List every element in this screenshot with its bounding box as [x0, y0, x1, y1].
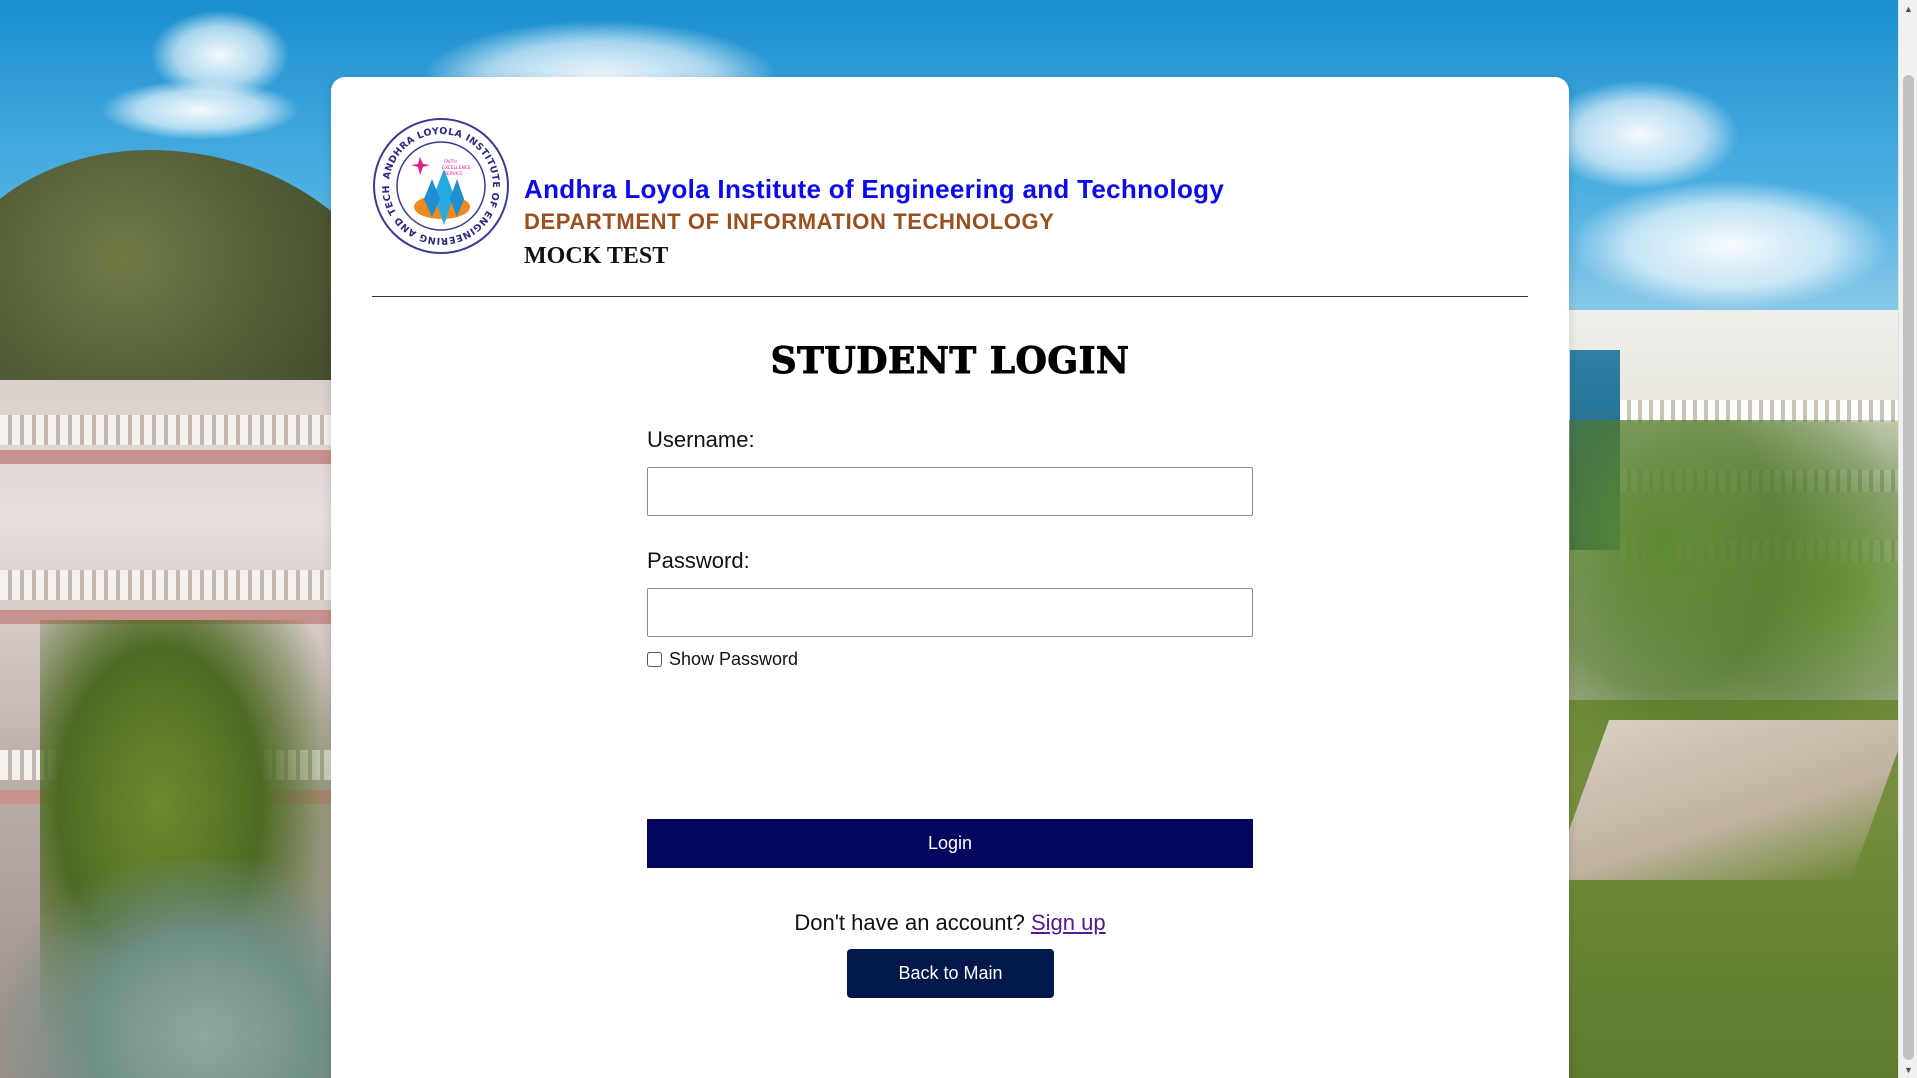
cloud: [1570, 180, 1890, 310]
login-button[interactable]: Login: [647, 819, 1253, 868]
cloud: [100, 80, 300, 140]
right-walkway: [1550, 720, 1898, 880]
username-input[interactable]: [647, 467, 1253, 516]
page-header: ANDHRA LOYOLA INSTITUTE OF ENGINEERING A…: [372, 117, 1522, 269]
foreground-plants: [0, 860, 340, 1078]
signup-prompt-text: Don't have an account?: [794, 910, 1025, 935]
svg-text:SERVICE: SERVICE: [444, 171, 463, 177]
department-name: DEPARTMENT OF INFORMATION TECHNOLOGY: [524, 209, 1055, 234]
show-password-toggle[interactable]: Show Password: [647, 649, 798, 670]
institution-name: Andhra Loyola Institute of Engineering a…: [524, 174, 1225, 204]
svg-text:FAITH: FAITH: [444, 159, 457, 165]
svg-text:EXCELLENCE: EXCELLENCE: [442, 165, 471, 171]
vertical-scrollbar[interactable]: ▲ ▼: [1898, 0, 1917, 1078]
institution-logo: ANDHRA LOYOLA INSTITUTE OF ENGINEERING A…: [372, 117, 509, 254]
scrollbar-thumb[interactable]: [1903, 75, 1914, 1060]
cloud: [1540, 80, 1740, 190]
scroll-up-arrow-icon[interactable]: ▲: [1899, 0, 1917, 17]
signup-link[interactable]: Sign up: [1031, 910, 1106, 935]
page-subtitle: MOCK TEST: [524, 243, 669, 269]
page-title: STUDENT LOGIN: [770, 340, 1130, 383]
password-input[interactable]: [647, 588, 1253, 637]
header-titles: Andhra Loyola Institute of Engineering a…: [524, 173, 1224, 273]
show-password-checkbox[interactable]: [647, 652, 662, 667]
header-divider: [372, 296, 1528, 297]
back-to-main-button[interactable]: Back to Main: [847, 949, 1054, 998]
username-label: Username:: [647, 427, 755, 452]
background-campus-photo: ANDHRA LOYOLA INSTITUTE OF ENGINEERING A…: [0, 0, 1898, 1078]
signup-prompt: Don't have an account? Sign up: [647, 910, 1253, 936]
login-card: ANDHRA LOYOLA INSTITUTE OF ENGINEERING A…: [331, 77, 1569, 1078]
password-label: Password:: [647, 548, 750, 573]
show-password-label: Show Password: [669, 649, 799, 669]
scroll-down-arrow-icon[interactable]: ▼: [1899, 1061, 1917, 1078]
